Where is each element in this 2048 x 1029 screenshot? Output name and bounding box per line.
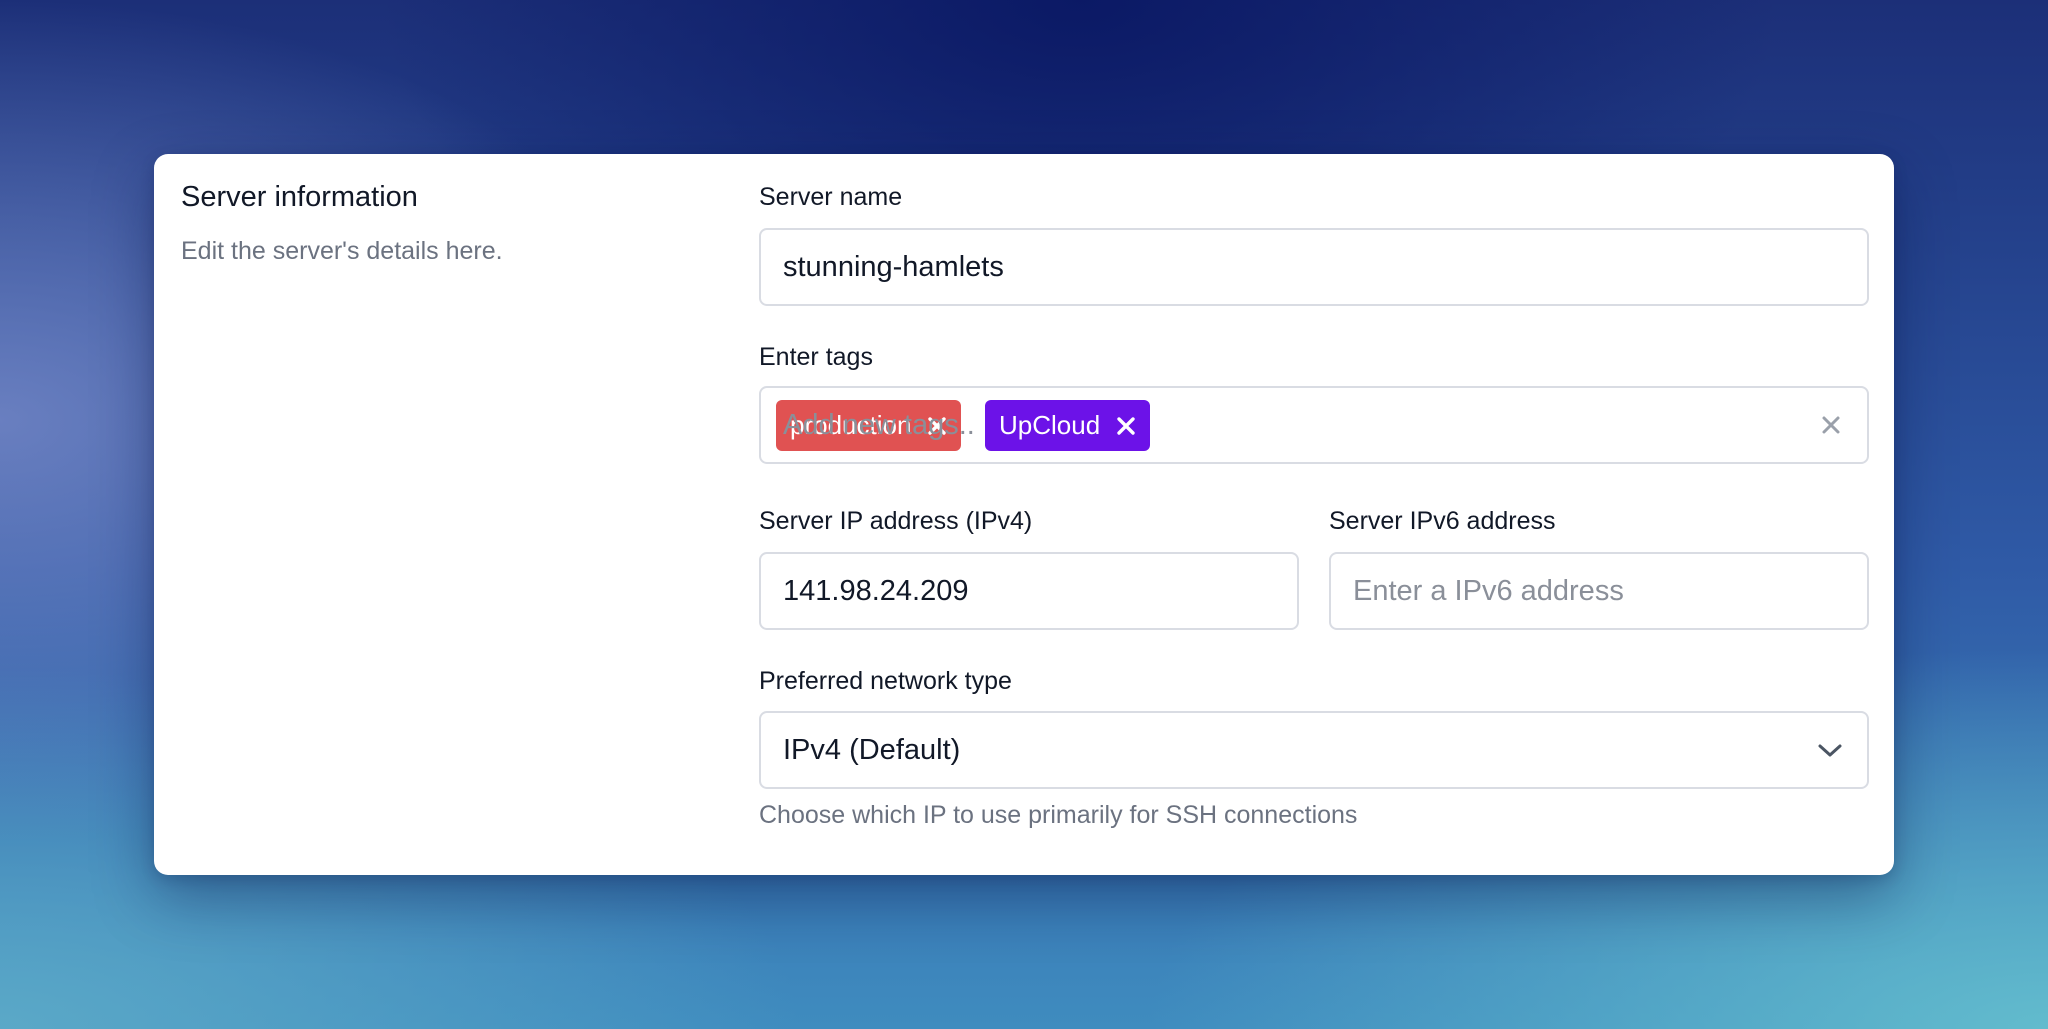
server-name-field <box>759 228 1869 306</box>
server-information-card: Server information Edit the server's det… <box>154 154 1894 875</box>
network-type-helper-text: Choose which IP to use primarily for SSH… <box>759 801 1358 829</box>
network-type-label: Preferred network type <box>759 667 1012 695</box>
ipv4-label: Server IP address (IPv4) <box>759 507 1033 535</box>
ipv4-field <box>759 552 1299 630</box>
chevron-down-icon <box>1817 739 1843 761</box>
server-name-label: Server name <box>759 183 903 211</box>
network-type-select[interactable]: IPv4 (Default) <box>759 711 1869 789</box>
section-title: Server information <box>181 181 418 213</box>
network-type-selected-value: IPv4 (Default) <box>783 734 961 766</box>
ipv4-input[interactable] <box>761 554 1297 628</box>
close-icon[interactable] <box>1819 413 1843 437</box>
tag-input[interactable] <box>761 388 1867 462</box>
ipv6-input[interactable] <box>1331 554 1867 628</box>
ipv6-field <box>1329 552 1869 630</box>
tags-input-box[interactable]: production UpCloud <box>759 386 1869 464</box>
section-description: Edit the server's details here. <box>181 237 503 265</box>
server-name-input[interactable] <box>761 230 1867 304</box>
tags-label: Enter tags <box>759 343 873 371</box>
ipv6-label: Server IPv6 address <box>1329 507 1556 535</box>
